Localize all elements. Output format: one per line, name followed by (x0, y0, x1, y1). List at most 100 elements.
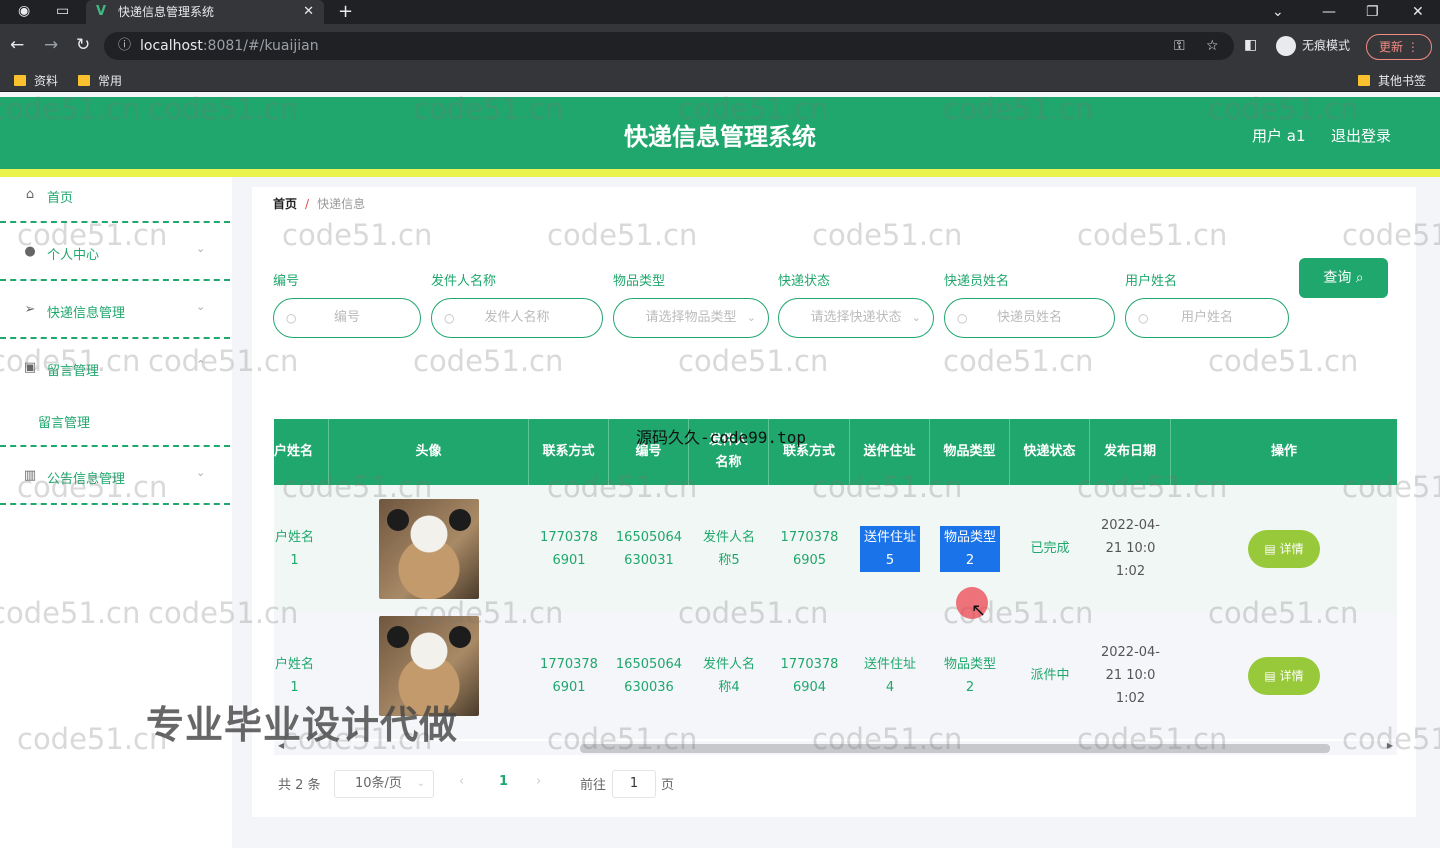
site-info-icon[interactable]: ⓘ (118, 32, 131, 60)
back-icon[interactable]: ← (10, 35, 24, 55)
avatar (379, 498, 479, 599)
cell-sender: 发件人名称4 (702, 656, 755, 695)
browser-tab[interactable]: V 快递信息管理系统 ✕ (86, 0, 324, 24)
username-input-placeholder: 用户姓名 (1180, 310, 1233, 325)
maximize-button[interactable]: ❐ (1366, 0, 1379, 24)
sender-input[interactable]: ○ 发件人名称 (431, 298, 603, 338)
col-header[interactable]: 户姓名 (274, 419, 329, 485)
new-tab-button[interactable]: + (338, 0, 353, 24)
bookmark-label: 常用 (98, 74, 123, 88)
chevron-down-icon: ⌄ (196, 300, 206, 313)
chevron-down-icon: ⌄ (746, 311, 756, 324)
goto-page-input[interactable]: 1 (612, 770, 656, 798)
id-input[interactable]: ○ 编号 (273, 298, 421, 338)
bookmark-folder[interactable]: 资料 (14, 72, 58, 89)
cell-username: 户姓名1 (274, 529, 314, 568)
chevron-down-icon: ⌄ (196, 466, 206, 479)
message-icon: ▣ (23, 360, 37, 375)
filter-label-username: 用户姓名 (1125, 274, 1178, 289)
col-header[interactable]: 联系方式 (529, 419, 609, 485)
status-select[interactable]: 请选择快递状态 ⌄ (778, 298, 934, 338)
cell-date: 2022-04-21 10:01:02 (1100, 518, 1160, 579)
col-header[interactable]: 发布日期 (1090, 419, 1171, 485)
next-page-button[interactable]: › (536, 774, 541, 789)
breadcrumb-home[interactable]: 首页 (273, 197, 297, 211)
incognito-label: 无痕模式 (1302, 38, 1351, 53)
other-bookmarks[interactable]: 其他书签 (1358, 72, 1426, 89)
cell-actions: ▤ 详情 (1171, 485, 1397, 612)
browser-menu-icon[interactable]: ◉ (18, 3, 30, 19)
folder-icon (1358, 75, 1370, 86)
id-input-placeholder: 编号 (333, 310, 360, 325)
url-input[interactable]: ⓘ localhost:8081/#/kuaijian ⚿ ☆ (104, 32, 1234, 60)
browser-tab-bar: ◉ ▭ V 快递信息管理系统 ✕ + ⌄ — ❐ ✕ (0, 0, 1440, 24)
sidebar-item-profile[interactable]: ● 个人中心 ⌄ (0, 242, 232, 300)
bookmark-star-icon[interactable]: ☆ (1206, 32, 1219, 60)
sidebar-toggle-icon[interactable]: ◧ (1244, 37, 1257, 53)
sidebar-item-label: 快递信息管理 (47, 306, 126, 321)
tab-switch-icon[interactable]: ▭ (56, 3, 69, 19)
cell-sender-phone: 17703786904 (780, 656, 839, 695)
table-header: 户姓名 头像 联系方式 编号 发件人名称 联系方式 送件住址 物品类型 快递状态… (274, 419, 1397, 485)
tab-close-icon[interactable]: ✕ (303, 0, 314, 24)
sidebar-item-notices[interactable]: ▥ 公告信息管理 ⌄ (0, 466, 232, 524)
goto-label: 前往 (580, 778, 607, 793)
page-number[interactable]: 1 (499, 774, 508, 789)
cell-avatar (329, 485, 529, 612)
sidebar-divider (0, 337, 230, 339)
col-header[interactable]: 快递状态 (1010, 419, 1090, 485)
tab-search-icon[interactable]: ⌄ (1272, 0, 1284, 24)
logout-link[interactable]: 退出登录 (1331, 125, 1391, 146)
mouse-cursor-icon: ↖ (971, 600, 987, 621)
breadcrumb-separator: / (305, 197, 310, 211)
detail-button[interactable]: ▤ 详情 (1248, 529, 1320, 568)
sidebar-subitem-messages[interactable]: 留言管理 (0, 412, 232, 468)
sidebar-divider (0, 445, 230, 447)
cell-actions: ▤ 详情 (1171, 612, 1397, 739)
cell-status: 派件中 (1030, 668, 1070, 683)
page-suffix: 页 (661, 778, 675, 793)
update-button[interactable]: 更新 ⋮ (1366, 34, 1432, 60)
url-path: :8081/#/kuaijian (202, 38, 319, 54)
col-header[interactable]: 操作 (1171, 419, 1397, 485)
search-icon: ⌕ (1355, 270, 1364, 286)
minimize-button[interactable]: — (1322, 0, 1336, 24)
sidebar-item-messages[interactable]: ▣ 留言管理 ⌃ (0, 358, 232, 416)
page-size-value: 10条/页 (355, 776, 402, 791)
document-icon: ▤ (1264, 668, 1276, 683)
close-window-button[interactable]: ✕ (1412, 0, 1424, 24)
bookmark-folder[interactable]: 常用 (78, 72, 122, 89)
key-icon[interactable]: ⚿ (1174, 32, 1185, 60)
filter-label-id: 编号 (273, 274, 300, 289)
reload-icon[interactable]: ↻ (76, 35, 90, 55)
status-placeholder: 请选择快递状态 (810, 310, 902, 325)
sidebar-item-label: 留言管理 (47, 364, 100, 379)
forward-icon[interactable]: → (44, 35, 58, 55)
query-button[interactable]: 查询 ⌕ (1299, 258, 1388, 298)
scrollbar-thumb[interactable] (580, 744, 1330, 753)
detail-label: 详情 (1279, 668, 1304, 683)
incognito-indicator[interactable]: 无痕模式 (1276, 36, 1350, 56)
col-header[interactable]: 头像 (329, 419, 529, 485)
col-header[interactable]: 送件住址 (850, 419, 930, 485)
col-header[interactable]: 物品类型 (930, 419, 1010, 485)
prev-page-button[interactable]: ‹ (459, 774, 464, 789)
pagination-total: 共 2 条 (278, 778, 321, 793)
scroll-right-icon[interactable]: ▶ (1387, 741, 1393, 750)
detail-button[interactable]: ▤ 详情 (1248, 656, 1320, 695)
item-type-select[interactable]: 请选择物品类型 ⌄ (613, 298, 769, 338)
source-watermark-text: 源码久久-code99.top (636, 428, 806, 447)
username-input[interactable]: ○ 用户姓名 (1125, 298, 1289, 338)
cell-id: 16505064630031 (615, 529, 683, 568)
selected-text: 物品类型2 (940, 525, 1000, 572)
courier-input[interactable]: ○ 快递员姓名 (944, 298, 1115, 338)
sidebar-item-home[interactable]: ⌂ 首页 (0, 187, 232, 243)
page-size-select[interactable]: 10条/页 ⌄ (334, 770, 434, 798)
kebab-menu-icon: ⋮ (1406, 40, 1419, 54)
sidebar-item-express[interactable]: ➢ 快递信息管理 ⌄ (0, 300, 232, 358)
avatar-ear (387, 508, 409, 531)
filter-label-status: 快递状态 (778, 274, 831, 289)
incognito-avatar-icon (1276, 36, 1296, 56)
item-type-placeholder: 请选择物品类型 (645, 310, 737, 325)
cell-sender-phone: 17703786905 (780, 529, 839, 568)
